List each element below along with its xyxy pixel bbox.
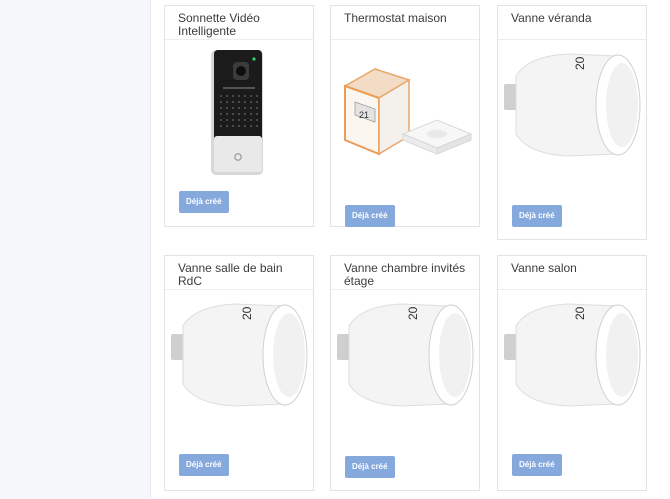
already-created-badge: Déjà créé: [345, 205, 395, 227]
device-title: Sonnette Vidéo Intelligente: [165, 6, 313, 40]
svg-text:20: 20: [573, 306, 587, 320]
valve-image: 20: [498, 296, 646, 421]
device-card-thermostat[interactable]: Thermostat maison 21 Déjà créé: [330, 5, 480, 227]
device-card-vanne-veranda[interactable]: Vanne véranda 20 Déjà créé: [497, 5, 647, 240]
device-card-vanne-salon[interactable]: Vanne salon 20 Déjà créé: [497, 255, 647, 491]
svg-text:21: 21: [359, 110, 369, 120]
already-created-badge: Déjà créé: [512, 454, 562, 476]
valve-display: 20: [406, 306, 420, 320]
valve-display: 20: [573, 56, 587, 70]
valve-image: 20: [165, 296, 313, 421]
valve-image: 20: [498, 46, 646, 171]
valve-display: 20: [240, 306, 254, 320]
device-card-vanne-salle-de-bain[interactable]: Vanne salle de bain RdC 20 Déjà créé: [164, 255, 314, 491]
already-created-badge: Déjà créé: [512, 205, 562, 227]
device-title: Vanne chambre invités étage: [331, 256, 479, 290]
device-title: Vanne salon: [498, 256, 646, 290]
device-card-doorbell[interactable]: Sonnette Vidéo Intelligente Déjà créé: [164, 5, 314, 227]
already-created-badge: Déjà créé: [179, 454, 229, 476]
svg-text:20: 20: [406, 306, 420, 320]
device-card-vanne-chambre-invites[interactable]: Vanne chambre invités étage 20 Déjà créé: [330, 255, 480, 491]
doorbell-image: [165, 44, 313, 184]
svg-text:20: 20: [573, 56, 587, 70]
device-title: Vanne salle de bain RdC: [165, 256, 313, 290]
sidebar-divider: [150, 0, 151, 499]
valve-display: 20: [573, 306, 587, 320]
device-title: Vanne véranda: [498, 6, 646, 40]
already-created-badge: Déjà créé: [179, 191, 229, 213]
svg-text:20: 20: [240, 306, 254, 320]
device-title: Thermostat maison: [331, 6, 479, 40]
already-created-badge: Déjà créé: [345, 456, 395, 478]
valve-image: 20: [331, 296, 479, 421]
thermostat-image: 21: [331, 44, 479, 194]
sidebar-background: [0, 0, 150, 499]
